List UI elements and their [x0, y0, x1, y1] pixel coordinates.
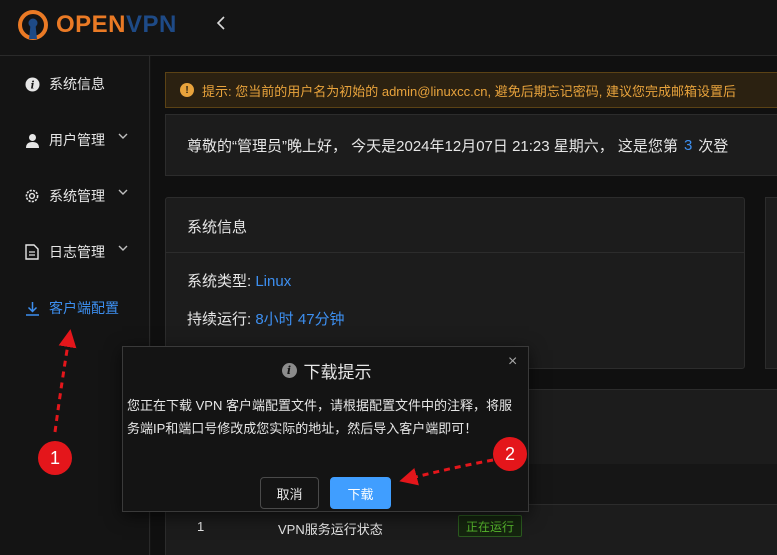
- warning-icon: !: [180, 83, 194, 97]
- sidebar-item-label: 系统信息: [49, 76, 105, 92]
- svg-text:i: i: [30, 80, 34, 91]
- dialog-title: i 下载提示: [123, 358, 530, 383]
- openvpn-logo-icon: [18, 10, 48, 40]
- cancel-button[interactable]: 取消: [260, 477, 319, 509]
- annotation-marker-1: 1: [38, 441, 72, 475]
- greeting-text: 尊敬的“管理员”晚上好， 今天是2024年12月07日 21:23 星期六， 这…: [187, 137, 678, 155]
- uptime-label: 持续运行:: [187, 311, 252, 328]
- dialog-title-text: 下载提示: [303, 363, 372, 382]
- row-index: 1: [197, 519, 205, 534]
- info-icon: i: [24, 76, 40, 92]
- side-card: [765, 197, 777, 369]
- download-dialog: i 下载提示 × 您正在下载 VPN 客户端配置文件，请根据配置文件中的注释，将…: [122, 346, 529, 512]
- chevron-left-icon[interactable]: [216, 14, 226, 35]
- gear-icon: [24, 188, 40, 204]
- uptime-value: 8小时 47分钟: [255, 311, 345, 328]
- sidebar-item-user-management[interactable]: 用户管理: [0, 120, 150, 160]
- sidebar-item-system-info[interactable]: i 系统信息: [0, 64, 150, 104]
- logo-text: OPENVPN: [56, 11, 177, 38]
- status-badge: 正在运行: [458, 515, 523, 537]
- greeting-suffix: 次登: [698, 137, 729, 155]
- sidebar-item-log-management[interactable]: 日志管理: [0, 232, 150, 272]
- sidebar-item-label: 系统管理: [49, 188, 105, 204]
- greeting-banner: 尊敬的“管理员”晚上好， 今天是2024年12月07日 21:23 星期六， 这…: [165, 114, 777, 176]
- sidebar-item-label: 客户端配置: [49, 300, 119, 316]
- warning-alert: ! 提示: 您当前的用户名为初始的 admin@linuxcc.cn, 避免后期…: [165, 72, 777, 108]
- sidebar-item-system-management[interactable]: 系统管理: [0, 176, 150, 216]
- sidebar-item-label: 用户管理: [49, 132, 105, 148]
- annotation-marker-2: 2: [493, 437, 527, 471]
- user-icon: [24, 132, 40, 148]
- system-info-card: 系统信息 系统类型: Linux 持续运行: 8小时 47分钟: [165, 197, 745, 369]
- document-icon: [24, 244, 40, 260]
- card-title: 系统信息: [187, 219, 248, 236]
- chevron-down-icon: [118, 244, 128, 255]
- top-bar: OPENVPN: [0, 0, 777, 56]
- row-name: VPN服务运行状态: [278, 522, 383, 537]
- system-type-label: 系统类型:: [187, 273, 252, 290]
- divider: [166, 252, 744, 253]
- logo[interactable]: OPENVPN: [18, 10, 177, 40]
- login-count: 3: [683, 136, 693, 154]
- info-icon: i: [281, 363, 297, 378]
- alert-text: 提示: 您当前的用户名为初始的 admin@linuxcc.cn, 避免后期忘记…: [202, 83, 736, 99]
- system-type-value: Linux: [255, 273, 292, 290]
- chevron-down-icon: [118, 132, 128, 143]
- chevron-down-icon: [118, 188, 128, 199]
- sidebar-item-client-config[interactable]: 客户端配置: [0, 288, 150, 328]
- system-type-row: 系统类型: Linux: [187, 270, 291, 291]
- dialog-body: 您正在下载 VPN 客户端配置文件，请根据配置文件中的注释，将服务端IP和端口号…: [127, 398, 512, 436]
- download-button[interactable]: 下载: [330, 477, 391, 509]
- close-icon[interactable]: ×: [508, 353, 517, 371]
- download-icon: [24, 300, 40, 316]
- uptime-row: 持续运行: 8小时 47分钟: [187, 308, 345, 329]
- sidebar-item-label: 日志管理: [49, 244, 105, 260]
